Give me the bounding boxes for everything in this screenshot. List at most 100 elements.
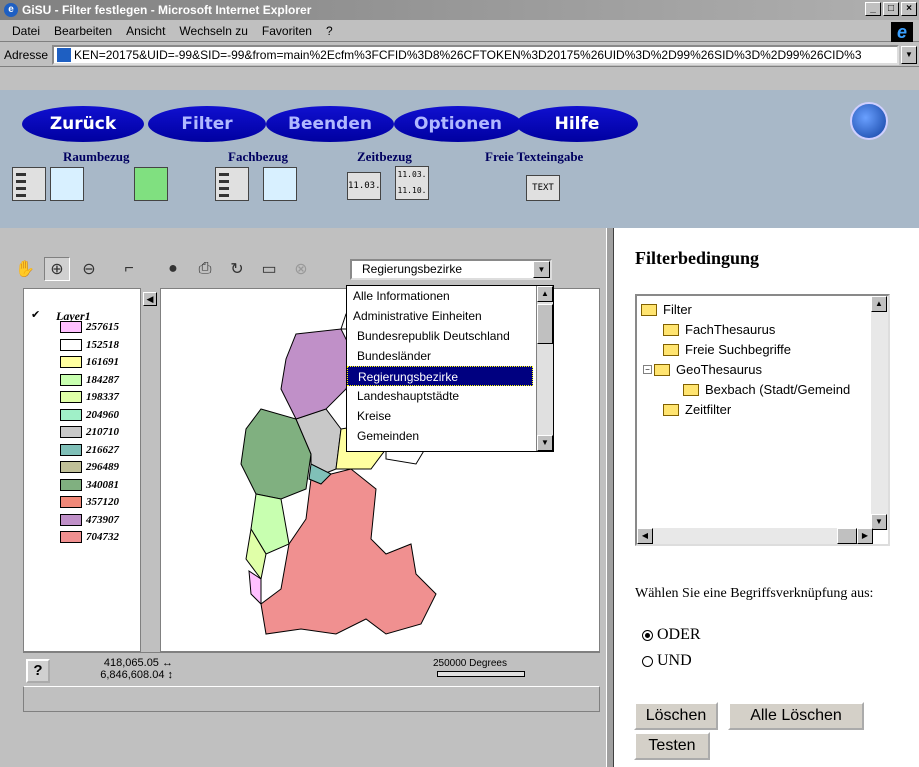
dropdown-option[interactable]: Regierungsbezirke <box>347 366 533 386</box>
zoom-in-icon[interactable]: ⊕ <box>44 257 70 281</box>
scale-label: 250000 Degrees <box>433 658 507 669</box>
back-button[interactable]: Zurück <box>22 106 144 142</box>
legend-value: 473907 <box>86 513 119 526</box>
minimize-button[interactable]: _ <box>865 2 881 16</box>
time-point-icon[interactable]: 11.03. <box>347 172 381 200</box>
combine-prompt: Wählen Sie eine Begriffsverknüpfung aus: <box>635 586 874 601</box>
print-icon[interactable]: ⎙ <box>192 257 218 281</box>
menu-ansicht[interactable]: Ansicht <box>126 24 165 38</box>
time-range-start: 11.03. <box>397 170 427 179</box>
globe-icon[interactable] <box>850 102 888 140</box>
pan-hand-icon[interactable]: ✋ <box>12 257 38 281</box>
scroll-up-icon[interactable]: ▲ <box>871 296 887 312</box>
scroll-thumb[interactable] <box>537 304 553 344</box>
tree-label: GeoThesaurus <box>676 362 762 377</box>
dropdown-option[interactable]: Bundesrepublik Deutschland <box>347 326 533 346</box>
zoom-out-icon[interactable]: ⊖ <box>76 257 102 281</box>
radio-und[interactable]: UND <box>642 652 692 670</box>
scroll-hthumb[interactable] <box>837 528 857 544</box>
dropdown-option[interactable]: Kreise <box>347 406 533 426</box>
legend-swatch <box>60 531 82 543</box>
tree-node-fachthesaurus[interactable]: FachThesaurus <box>663 322 775 337</box>
tree-label: Bexbach (Stadt/Gemeind <box>705 382 851 397</box>
layer-checkbox[interactable]: ✔ <box>31 309 43 321</box>
coord-x: 418,065.05 ↔ <box>103 657 173 669</box>
legend-swatch <box>60 513 82 526</box>
menu-datei[interactable]: Datei <box>12 24 40 38</box>
tree-node-filter[interactable]: Filter <box>641 302 692 317</box>
menu-favoriten[interactable]: Favoriten <box>262 24 312 38</box>
filter-button[interactable]: Filter <box>148 106 266 142</box>
maximize-button[interactable]: □ <box>883 2 899 16</box>
window-controls: _ □ × <box>865 2 917 16</box>
tree-node-freie-suchbegriffe[interactable]: Freie Suchbegriffe <box>663 342 791 357</box>
address-label: Adresse <box>4 47 49 62</box>
map-status-line <box>23 686 600 712</box>
text-input-icon[interactable]: TEXT <box>526 175 560 201</box>
collapse-minus-icon[interactable]: − <box>643 365 652 374</box>
layer-select[interactable]: Regierungsbezirke ▼ <box>350 259 552 280</box>
legend-value: 296489 <box>86 461 119 473</box>
scroll-down-icon[interactable]: ▼ <box>871 514 887 530</box>
subject-hierarchy-icon[interactable] <box>263 167 297 201</box>
scroll-left-icon[interactable]: ◀ <box>637 528 653 544</box>
tree-horizontal-scrollbar[interactable]: ◀ ▶ <box>637 528 873 544</box>
scroll-down-icon[interactable]: ▼ <box>537 435 553 451</box>
dropdown-option[interactable]: Alle Informationen <box>347 286 533 306</box>
dropdown-option[interactable]: Landeshauptstädte <box>347 386 533 406</box>
filter-tree[interactable]: Filter FachThesaurus Freie Suchbegriffe … <box>635 294 890 546</box>
time-category-label: Zeitbezug <box>357 149 412 164</box>
folder-icon <box>663 403 679 416</box>
dropdown-scrollbar[interactable]: ▲ ▼ <box>536 286 553 451</box>
delete-all-button[interactable]: Alle Löschen <box>728 702 864 730</box>
subject-category-label: Fachbezug <box>228 149 288 164</box>
folder-open-icon <box>641 303 657 316</box>
menu-bearbeiten[interactable]: Bearbeiten <box>54 24 112 38</box>
select-region-icon[interactable]: ⌐ <box>116 257 142 281</box>
freetext-category-label: Freie Texteingabe <box>485 149 584 164</box>
menu-help[interactable]: ? <box>326 24 333 38</box>
legend-row: 340081 <box>60 478 119 491</box>
dropdown-option[interactable]: Bundesländer <box>347 346 533 366</box>
test-button[interactable]: Testen <box>634 732 710 760</box>
space-hierarchy-icon[interactable] <box>50 167 84 201</box>
window-icon[interactable]: ▭ <box>256 257 282 281</box>
dropdown-option[interactable]: Administrative Einheiten <box>347 306 533 326</box>
tree-label: Freie Suchbegriffe <box>685 342 791 357</box>
radio-oder[interactable]: ODER <box>642 626 701 644</box>
toolbar-band <box>0 68 919 90</box>
tree-node-bexbach[interactable]: Bexbach (Stadt/Gemeind <box>683 382 850 397</box>
time-range-icon[interactable]: 11.03. 11.10. <box>395 166 429 200</box>
menu-wechseln[interactable]: Wechseln zu <box>179 24 247 38</box>
dropdown-option[interactable]: Gemeinden <box>347 426 533 446</box>
options-button[interactable]: Optionen <box>394 106 522 142</box>
legend-swatch <box>60 321 82 333</box>
tree-label: Filter <box>663 302 692 317</box>
close-button[interactable]: × <box>901 2 917 16</box>
pane-splitter[interactable] <box>606 228 614 767</box>
scroll-right-icon[interactable]: ▶ <box>857 528 873 544</box>
map-help-button[interactable]: ? <box>26 659 50 683</box>
delete-button[interactable]: Löschen <box>634 702 718 730</box>
address-input[interactable]: KEN=20175&UID=-99&SID=-99&from=main%2Ecf… <box>52 44 899 65</box>
legend-row: 473907 <box>60 513 119 526</box>
scroll-up-icon[interactable]: ▲ <box>537 286 553 302</box>
space-legend-icon[interactable] <box>12 167 46 201</box>
quit-button[interactable]: Beenden <box>266 106 394 142</box>
legend-value: 340081 <box>86 478 119 491</box>
space-grid-icon[interactable] <box>134 167 168 201</box>
address-dropdown-button[interactable]: ▼ <box>901 45 917 64</box>
globe-view-icon[interactable]: ● <box>160 257 186 281</box>
legend-value: 704732 <box>86 531 119 543</box>
tree-node-geothesaurus[interactable]: − GeoThesaurus <box>643 362 762 377</box>
tree-vertical-scrollbar[interactable]: ▲ ▼ <box>871 296 888 530</box>
ie-icon: e <box>4 3 18 17</box>
tree-node-zeitfilter[interactable]: Zeitfilter <box>663 402 731 417</box>
coord-y: 6,846,608.04 ↕ <box>100 669 173 681</box>
help-button[interactable]: Hilfe <box>516 106 638 142</box>
chevron-down-icon[interactable]: ▼ <box>533 261 550 278</box>
refresh-icon[interactable]: ↻ <box>224 257 250 281</box>
collapse-legend-button[interactable]: ◀ <box>143 292 157 306</box>
time-range-end: 11.10. <box>397 186 427 195</box>
subject-legend-icon[interactable] <box>215 167 249 201</box>
